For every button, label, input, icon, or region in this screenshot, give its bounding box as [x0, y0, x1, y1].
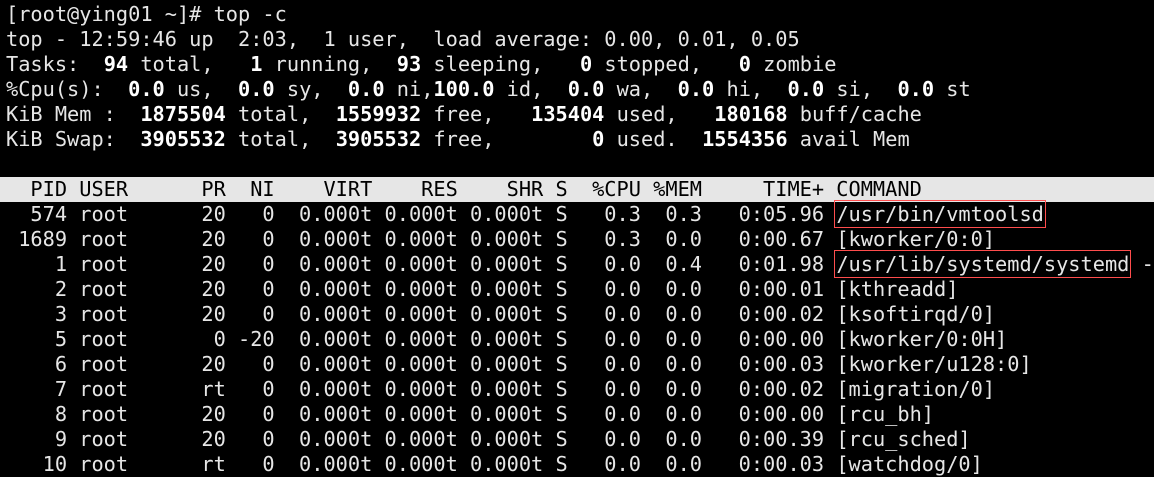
mem-line: KiB Mem : 1875504 total, 1559932 free, 1…: [6, 102, 1154, 127]
swap-line: KiB Swap: 3905532 total, 3905532 free, 0…: [6, 127, 1154, 152]
cpu-wa-label: wa,: [604, 77, 654, 101]
process-row[interactable]: 574 root 20 0 0.000t 0.000t 0.000t S 0.3…: [6, 200, 1154, 228]
mem-buff-label: buff/cache: [787, 102, 922, 126]
tasks-stopped-value: 0: [579, 52, 593, 76]
tasks-sleeping-label: sleeping,: [421, 52, 544, 76]
cpu-wa-value: 0.0: [567, 77, 605, 101]
process-row[interactable]: 1689 root 20 0 0.000t 0.000t 0.000t S 0.…: [6, 227, 1154, 252]
mem-free-value: 1559932: [335, 102, 422, 126]
cpu-si-value: 0.0: [787, 77, 825, 101]
process-row[interactable]: 1 root 20 0 0.000t 0.000t 0.000t S 0.0 0…: [6, 250, 1154, 278]
process-fields: 1689 root 20 0 0.000t 0.000t 0.000t S 0.…: [6, 227, 837, 251]
process-command: [kworker/0:0H]: [836, 327, 1008, 351]
cpu-us-value: 0.0: [128, 77, 165, 101]
process-command: [migration/0]: [836, 377, 996, 401]
process-command: [rcu_bh]: [836, 402, 934, 426]
cpu-id-label: id,: [494, 77, 544, 101]
uptime-line: top - 12:59:46 up 2:03, 1 user, load ave…: [6, 27, 800, 51]
process-command: /usr/lib/systemd/systemd: [834, 250, 1132, 278]
process-fields: 574 root 20 0 0.000t 0.000t 0.000t S 0.3…: [6, 202, 837, 226]
process-command: [kworker/u128:0]: [836, 352, 1032, 376]
process-command: [kthreadd]: [836, 277, 959, 301]
cpu-si-label: si,: [824, 77, 874, 101]
cpu-hi-label: hi,: [714, 77, 764, 101]
swap-free-label: free,: [421, 127, 495, 151]
cpu-hi-value: 0.0: [677, 77, 715, 101]
process-fields: 6 root 20 0 0.000t 0.000t 0.000t S 0.0 0…: [6, 352, 837, 376]
process-row[interactable]: 10 root rt 0 0.000t 0.000t 0.000t S 0.0 …: [6, 452, 1154, 477]
cpu-st-value: 0.0: [897, 77, 935, 101]
cpu-sy-value: 0.0: [238, 77, 275, 101]
process-row[interactable]: 8 root 20 0 0.000t 0.000t 0.000t S 0.0 0…: [6, 402, 1154, 427]
tasks-zombie-label: zombie: [750, 52, 837, 76]
cpu-ni-label: ni,: [384, 77, 434, 101]
process-command: [kworker/0:0]: [836, 227, 996, 251]
tasks-line: Tasks: 94 total, 1 running, 93 sleeping,…: [6, 52, 1154, 77]
tasks-running-value: 1: [250, 52, 263, 76]
swap-free-value: 3905532: [335, 127, 422, 151]
tasks-running-label: running,: [262, 52, 373, 76]
swap-avail-value: 1554356: [702, 127, 788, 151]
mem-buff-value: 180168: [714, 102, 788, 126]
process-fields: 10 root rt 0 0.000t 0.000t 0.000t S 0.0 …: [6, 452, 837, 476]
tasks-total-label: total,: [128, 52, 214, 76]
process-command: [ksoftirqd/0]: [836, 302, 996, 326]
tasks-total-value: 94: [103, 52, 129, 76]
process-row[interactable]: 2 root 20 0 0.000t 0.000t 0.000t S 0.0 0…: [6, 277, 1154, 302]
swap-total-value: 3905532: [140, 127, 226, 151]
process-command: /usr/bin/vmtoolsd: [834, 200, 1046, 228]
process-fields: 1 root 20 0 0.000t 0.000t 0.000t S 0.0 0…: [6, 252, 837, 276]
mem-used-label: used,: [604, 102, 678, 126]
process-table-header: PID USER PR NI VIRT RES SHR S %CPU %MEM …: [0, 177, 1154, 202]
cpu-us-label: us,: [164, 77, 214, 101]
process-fields: 3 root 20 0 0.000t 0.000t 0.000t S 0.0 0…: [6, 302, 837, 326]
tasks-zombie-value: 0: [738, 52, 751, 76]
process-fields: 5 root 0 -20 0.000t 0.000t 0.000t S 0.0 …: [6, 327, 837, 351]
process-row[interactable]: 9 root 20 0 0.000t 0.000t 0.000t S 0.0 0…: [6, 427, 1154, 452]
cpu-line: %Cpu(s): 0.0 us, 0.0 sy, 0.0 ni,100.0 id…: [6, 77, 1154, 102]
tasks-sleeping-value: 93: [396, 52, 422, 76]
mem-total-label: total,: [225, 102, 312, 126]
process-fields: 7 root rt 0 0.000t 0.000t 0.000t S 0.0 0…: [6, 377, 837, 401]
process-command: [watchdog/0]: [836, 452, 983, 476]
process-fields: 9 root 20 0 0.000t 0.000t 0.000t S 0.0 0…: [6, 427, 837, 451]
tasks-label: Tasks:: [6, 52, 80, 76]
cpu-st-label: st: [934, 77, 971, 101]
swap-used-label: used.: [604, 127, 678, 151]
swap-total-label: total,: [225, 127, 312, 151]
mem-used-value: 135404: [531, 102, 605, 126]
process-fields: 8 root 20 0 0.000t 0.000t 0.000t S 0.0 0…: [6, 402, 837, 426]
process-command: [rcu_sched]: [836, 427, 971, 451]
swap-label: KiB Swap:: [6, 127, 116, 151]
process-fields: 2 root 20 0 0.000t 0.000t 0.000t S 0.0 0…: [6, 277, 837, 301]
process-row[interactable]: 7 root rt 0 0.000t 0.000t 0.000t S 0.0 0…: [6, 377, 1154, 402]
swap-avail-label: avail Mem: [787, 127, 910, 151]
cpu-ni-value: 0.0: [347, 77, 385, 101]
process-row[interactable]: 6 root 20 0 0.000t 0.000t 0.000t S 0.0 0…: [6, 352, 1154, 377]
tasks-stopped-label: stopped,: [592, 52, 703, 76]
process-table-body: 574 root 20 0 0.000t 0.000t 0.000t S 0.3…: [6, 200, 1154, 477]
process-command-args: --s: [1141, 252, 1154, 276]
cpu-id-value: 100.0: [433, 77, 495, 101]
process-row[interactable]: 3 root 20 0 0.000t 0.000t 0.000t S 0.0 0…: [6, 302, 1154, 327]
shell-prompt: [root@ying01 ~]# top -c: [6, 2, 287, 26]
cpu-label: %Cpu(s):: [6, 77, 104, 101]
mem-total-value: 1875504: [140, 102, 226, 126]
swap-used-value: 0: [592, 127, 605, 151]
cpu-sy-label: sy,: [274, 77, 324, 101]
mem-free-label: free,: [421, 102, 495, 126]
process-row[interactable]: 5 root 0 -20 0.000t 0.000t 0.000t S 0.0 …: [6, 327, 1154, 352]
mem-label: KiB Mem :: [6, 102, 116, 126]
terminal-window[interactable]: [root@ying01 ~]# top -c top - 12:59:46 u…: [0, 2, 1154, 477]
